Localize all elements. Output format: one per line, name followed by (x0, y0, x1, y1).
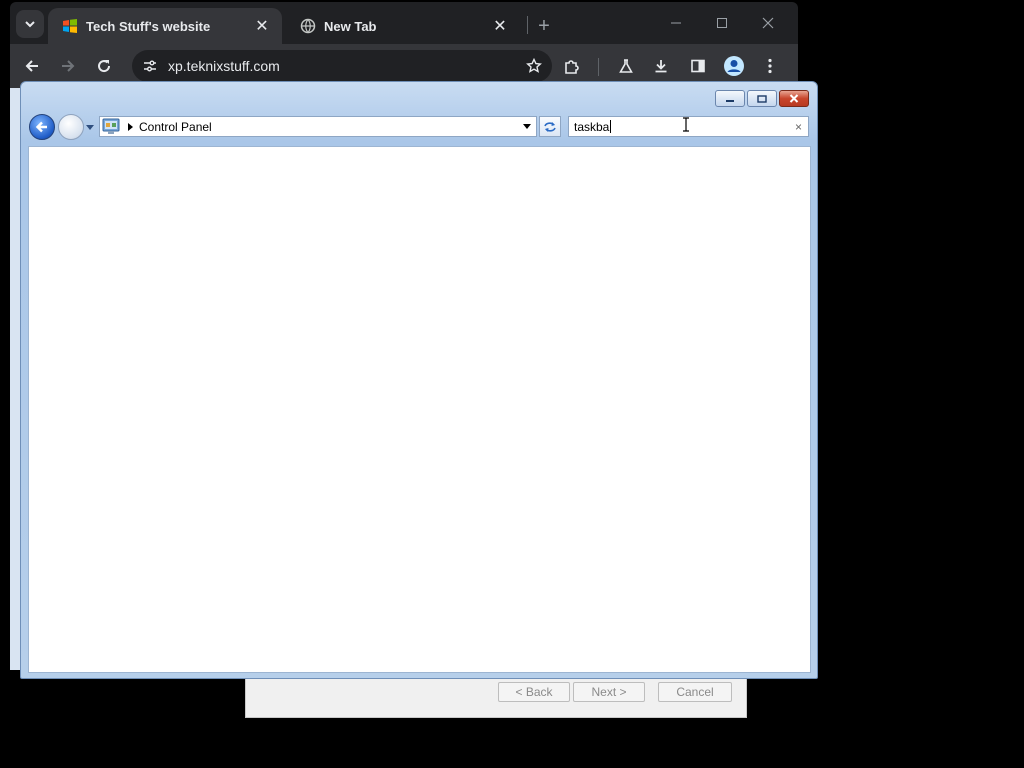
profile-button[interactable] (720, 52, 748, 80)
tab-search-button[interactable] (16, 10, 44, 38)
more-vertical-icon (768, 58, 772, 74)
address-dropdown[interactable] (522, 121, 532, 132)
close-button[interactable] (779, 90, 809, 107)
search-input-value: taskba (574, 120, 612, 134)
avatar-icon (724, 56, 744, 76)
forward-button[interactable] (58, 114, 84, 140)
close-icon (789, 94, 799, 103)
tab-tech-stuff[interactable]: Tech Stuff's website ✕ (48, 8, 282, 44)
maximize-icon (717, 18, 727, 28)
address-bar[interactable]: xp.teknixstuff.com (132, 50, 552, 82)
back-button[interactable] (18, 52, 46, 80)
control-panel-window: Control Panel taskba × (20, 81, 818, 679)
close-icon (762, 17, 774, 29)
explorer-address-bar[interactable]: Control Panel (99, 116, 537, 137)
minimize-icon (726, 99, 734, 102)
close-tab-icon[interactable]: ✕ (252, 16, 272, 36)
flask-icon (619, 59, 633, 73)
restore-button[interactable] (747, 90, 777, 107)
windows-logo-icon (63, 19, 77, 33)
url-text: xp.teknixstuff.com (168, 58, 280, 74)
content-pane (28, 146, 811, 673)
recent-pages-dropdown[interactable] (85, 123, 95, 131)
new-tab-button[interactable]: + (530, 12, 558, 40)
tab-new-tab[interactable]: New Tab ✕ (286, 8, 520, 44)
side-panel-button[interactable] (684, 52, 712, 80)
maximize-window-button[interactable] (700, 8, 744, 38)
wizard-dialog: < Back Next > Cancel (245, 676, 747, 718)
toolbar-divider (598, 58, 599, 76)
site-settings-icon[interactable] (140, 56, 160, 76)
tab-strip: Tech Stuff's website ✕ New Tab ✕ + (10, 2, 798, 44)
labs-button[interactable] (612, 52, 640, 80)
chevron-down-icon (86, 124, 94, 130)
tab-separator (527, 16, 528, 34)
minimize-window-button[interactable] (654, 8, 698, 38)
forward-button[interactable] (54, 52, 82, 80)
chevron-down-icon (523, 124, 531, 129)
control-panel-icon (102, 118, 120, 134)
downloads-button[interactable] (647, 52, 675, 80)
back-wizard-button[interactable]: < Back (498, 682, 570, 702)
menu-button[interactable] (756, 52, 784, 80)
breadcrumb-control-panel[interactable]: Control Panel (139, 120, 212, 134)
back-button[interactable] (29, 114, 55, 140)
tab-title: New Tab (324, 18, 377, 34)
restore-icon (757, 94, 767, 103)
refresh-button[interactable] (539, 116, 561, 137)
text-cursor-icon (683, 117, 689, 132)
next-wizard-button[interactable]: Next > (573, 682, 645, 702)
chevron-down-icon (25, 21, 35, 28)
cancel-wizard-button[interactable]: Cancel (658, 682, 732, 702)
reload-button[interactable] (90, 52, 118, 80)
arrow-right-icon (62, 60, 75, 72)
arrow-left-icon (25, 60, 38, 72)
close-window-button[interactable] (746, 8, 790, 38)
puzzle-icon (565, 60, 579, 74)
clear-search-icon[interactable]: × (795, 120, 802, 134)
globe-icon (300, 18, 316, 34)
download-icon (655, 60, 667, 73)
breadcrumb-arrow-icon[interactable] (125, 121, 135, 132)
refresh-icon (544, 121, 556, 132)
extensions-button[interactable] (558, 52, 586, 80)
close-tab-icon[interactable]: ✕ (490, 16, 510, 36)
minimize-button[interactable] (715, 90, 745, 107)
bookmark-star-icon[interactable] (524, 56, 544, 76)
reload-icon (98, 60, 111, 73)
side-panel-icon (691, 59, 705, 73)
arrow-left-icon (35, 121, 47, 133)
minimize-icon (671, 22, 681, 24)
tab-title: Tech Stuff's website (86, 18, 211, 34)
caption-buttons (713, 90, 809, 107)
